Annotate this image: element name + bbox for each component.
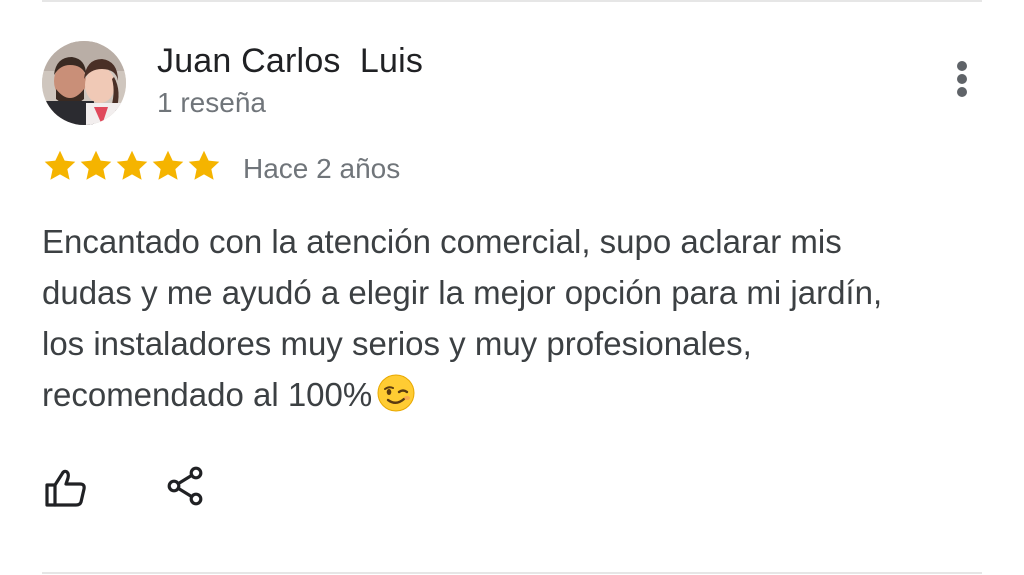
review-text: Encantado con la atención comercial, sup… <box>42 223 883 413</box>
star-icon <box>152 150 184 180</box>
star-icon <box>44 150 76 180</box>
more-options-button[interactable] <box>944 55 980 103</box>
star-icon <box>80 150 112 180</box>
review-count: 1 reseña <box>157 87 266 118</box>
share-button[interactable] <box>160 462 212 514</box>
thumbs-up-icon <box>45 469 86 507</box>
share-icon <box>167 466 203 506</box>
review-text-container: Encantado con la atención comercial, sup… <box>42 216 902 420</box>
review-card: Juan Carlos Luis 1 reseña Hace 2 años En… <box>0 0 1024 575</box>
star-icon <box>188 150 220 180</box>
like-button[interactable] <box>40 462 92 514</box>
star-rating <box>42 148 222 188</box>
reviewer-name[interactable]: Juan Carlos Luis <box>157 42 423 81</box>
bottom-divider <box>42 572 982 574</box>
top-divider <box>42 0 982 2</box>
reviewer-avatar[interactable] <box>42 41 126 125</box>
more-vertical-icon <box>957 61 967 71</box>
winking-face-emoji <box>377 374 415 412</box>
review-date: Hace 2 años <box>243 153 401 184</box>
star-icon <box>116 150 148 180</box>
